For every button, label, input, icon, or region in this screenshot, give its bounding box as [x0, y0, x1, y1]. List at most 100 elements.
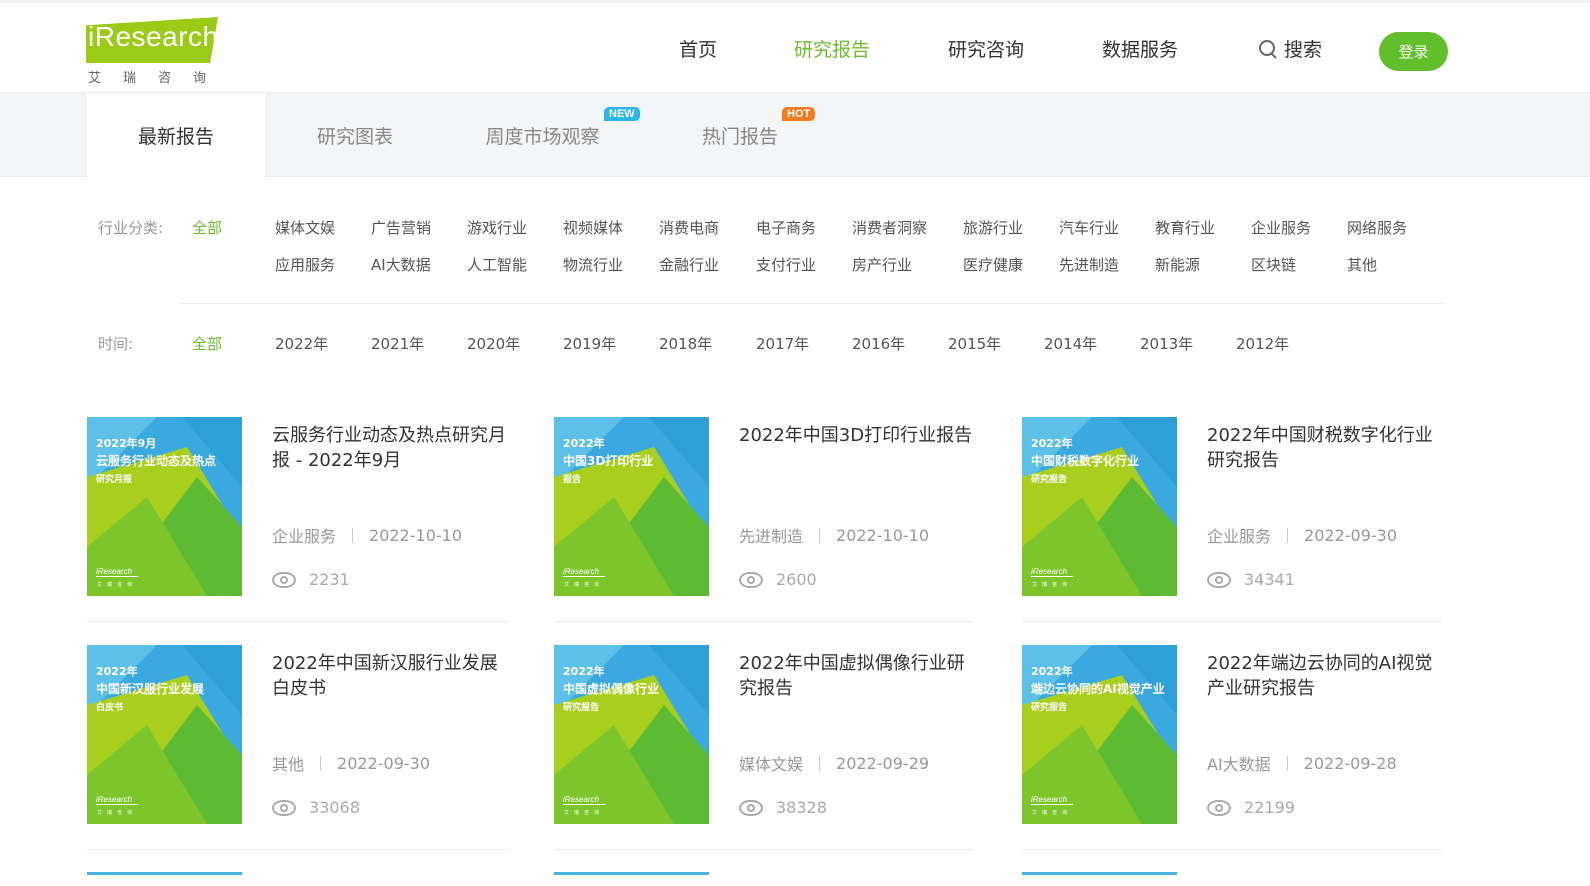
industry-option[interactable]: 游戏行业 — [467, 217, 527, 238]
view-count: 2231 — [309, 570, 350, 589]
report-title[interactable]: 2022年中国3D打印行业报告 — [739, 423, 975, 448]
report-meta: 企业服务 2022-10-10 — [272, 523, 462, 547]
report-meta: AI大数据 2022-09-28 — [1207, 751, 1397, 775]
cover-title: 云服务行业动态及热点 — [96, 454, 217, 468]
report-cover-peek — [554, 872, 709, 875]
cover-year: 2022年 — [1031, 665, 1073, 678]
report-category[interactable]: 媒体文娱 — [739, 751, 803, 775]
report-card[interactable]: 2022年 中国新汉服行业发展 白皮书 iResearch 艾瑞咨询 2022年中国新汉服… — [87, 645, 507, 850]
time-option[interactable]: 2014年 — [1044, 333, 1097, 354]
time-option[interactable]: 2020年 — [467, 333, 520, 354]
time-option[interactable]: 2012年 — [1236, 333, 1289, 354]
report-category[interactable]: AI大数据 — [1207, 751, 1271, 775]
report-cover[interactable]: 2022年9月 云服务行业动态及热点 研究月报 iResearch 艾瑞咨询 — [87, 417, 242, 596]
report-cover[interactable]: 2022年 中国3D打印行业 报告 iResearch 艾瑞咨询 — [554, 417, 709, 596]
cover-year: 2022年9月 — [96, 437, 157, 450]
industry-option[interactable]: 广告营销 — [371, 217, 431, 238]
report-title[interactable]: 2022年中国虚拟偶像行业研究报告 — [739, 651, 975, 701]
tab-weekly-market[interactable]: 周度市场观察 — [445, 93, 640, 177]
industry-option[interactable]: 消费者洞察 — [852, 217, 927, 238]
new-badge: NEW — [604, 107, 640, 121]
time-option[interactable]: 2022年 — [275, 333, 328, 354]
industry-option[interactable]: 支付行业 — [756, 254, 816, 275]
time-option[interactable]: 2018年 — [659, 333, 712, 354]
search-icon — [1258, 39, 1278, 59]
report-card[interactable]: 2022年 中国财税数字化行业 研究报告 iResearch 艾瑞咨询 2022年中国财税… — [1022, 417, 1442, 622]
login-button[interactable]: 登录 — [1379, 32, 1448, 71]
industry-option[interactable]: 其他 — [1347, 254, 1377, 275]
report-card[interactable]: 2022年 中国3D打印行业 报告 iResearch 艾瑞咨询 2022年中国3D打印行… — [554, 417, 974, 622]
report-category[interactable]: 企业服务 — [1207, 523, 1271, 547]
tab-latest-reports[interactable]: 最新报告 — [87, 93, 265, 177]
industry-option[interactable]: 房产行业 — [852, 254, 912, 275]
time-option[interactable]: 2016年 — [852, 333, 905, 354]
cover-title: 中国虚拟偶像行业 — [563, 682, 660, 696]
industry-option-all[interactable]: 全部 — [192, 217, 222, 238]
report-views: 34341 — [1207, 570, 1295, 589]
time-filter-label: 时间: — [98, 335, 134, 353]
time-option[interactable]: 2019年 — [563, 333, 616, 354]
report-title[interactable]: 2022年端边云协同的AI视觉产业研究报告 — [1207, 651, 1443, 701]
report-cover[interactable]: 2022年 端边云协同的AI视觉产业 研究报告 iResearch 艾瑞咨询 — [1022, 645, 1177, 824]
industry-option[interactable]: AI大数据 — [371, 254, 431, 275]
eye-icon — [739, 799, 763, 816]
report-category[interactable]: 企业服务 — [272, 523, 336, 547]
cover-logo: iResearch — [96, 795, 139, 805]
industry-option[interactable]: 视频媒体 — [563, 217, 623, 238]
search-label: 搜索 — [1284, 39, 1323, 61]
industry-option[interactable]: 新能源 — [1155, 254, 1200, 275]
report-cover[interactable]: 2022年 中国新汉服行业发展 白皮书 iResearch 艾瑞咨询 — [87, 645, 242, 824]
report-title[interactable]: 云服务行业动态及热点研究月报 - 2022年9月 — [272, 423, 508, 473]
report-date: 2022-09-30 — [1304, 525, 1397, 545]
cover-logo: iResearch — [96, 567, 139, 577]
time-option[interactable]: 2017年 — [756, 333, 809, 354]
nav-home[interactable]: 首页 — [679, 35, 717, 62]
report-category[interactable]: 先进制造 — [739, 523, 803, 547]
report-card[interactable]: 2022年9月 云服务行业动态及热点 研究月报 iResearch 艾瑞咨询 云服务行业动… — [87, 417, 507, 622]
report-title[interactable]: 2022年中国财税数字化行业研究报告 — [1207, 423, 1443, 473]
industry-option[interactable]: 电子商务 — [756, 217, 816, 238]
time-option[interactable]: 2013年 — [1140, 333, 1193, 354]
report-category[interactable]: 其他 — [272, 751, 304, 775]
nav-data-services[interactable]: 数据服务 — [1102, 35, 1178, 62]
nav-research-consulting[interactable]: 研究咨询 — [948, 35, 1024, 62]
eye-icon — [272, 799, 296, 816]
eye-icon — [1207, 571, 1231, 588]
report-cover[interactable]: 2022年 中国财税数字化行业 研究报告 iResearch 艾瑞咨询 — [1022, 417, 1177, 596]
industry-option[interactable]: 教育行业 — [1155, 217, 1215, 238]
industry-option[interactable]: 网络服务 — [1347, 217, 1407, 238]
time-option[interactable]: 2021年 — [371, 333, 424, 354]
report-cover[interactable]: 2022年 中国虚拟偶像行业 研究报告 iResearch 艾瑞咨询 — [554, 645, 709, 824]
cover-year: 2022年 — [563, 665, 605, 678]
time-option-all[interactable]: 全部 — [192, 333, 222, 354]
search-button[interactable]: 搜索 — [1258, 35, 1322, 62]
cover-subtitle: 研究报告 — [1031, 703, 1068, 713]
industry-option[interactable]: 人工智能 — [467, 254, 527, 275]
industry-option[interactable]: 医疗健康 — [963, 254, 1023, 275]
industry-option[interactable]: 消费电商 — [659, 217, 719, 238]
time-option[interactable]: 2015年 — [948, 333, 1001, 354]
industry-option[interactable]: 媒体文娱 — [275, 217, 335, 238]
view-count: 22199 — [1244, 798, 1295, 817]
tab-label: 最新报告 — [137, 125, 214, 148]
industry-option[interactable]: 企业服务 — [1251, 217, 1311, 238]
cover-logo-subtitle: 艾瑞咨询 — [97, 810, 138, 816]
iresearch-logo[interactable]: iResearch 艾瑞咨询 — [86, 17, 226, 86]
tab-hot-reports[interactable]: 热门报告 — [650, 93, 830, 177]
tab-research-charts[interactable]: 研究图表 — [265, 93, 445, 177]
report-title[interactable]: 2022年中国新汉服行业发展白皮书 — [272, 651, 508, 701]
industry-option[interactable]: 先进制造 — [1059, 254, 1119, 275]
report-card[interactable]: 2022年 端边云协同的AI视觉产业 研究报告 iResearch 艾瑞咨询 2022年端… — [1022, 645, 1442, 850]
industry-option[interactable]: 旅游行业 — [963, 217, 1023, 238]
nav-research-reports[interactable]: 研究报告 — [794, 35, 870, 62]
industry-option[interactable]: 汽车行业 — [1059, 217, 1119, 238]
industry-filter-label: 行业分类: — [98, 219, 164, 237]
view-count: 2600 — [776, 570, 817, 589]
cover-year: 2022年 — [563, 437, 605, 450]
cover-subtitle: 报告 — [563, 475, 582, 485]
industry-option[interactable]: 金融行业 — [659, 254, 719, 275]
industry-option[interactable]: 应用服务 — [275, 254, 335, 275]
report-card[interactable]: 2022年 中国虚拟偶像行业 研究报告 iResearch 艾瑞咨询 2022年中国虚拟偶… — [554, 645, 974, 850]
industry-option[interactable]: 区块链 — [1251, 254, 1296, 275]
industry-option[interactable]: 物流行业 — [563, 254, 623, 275]
